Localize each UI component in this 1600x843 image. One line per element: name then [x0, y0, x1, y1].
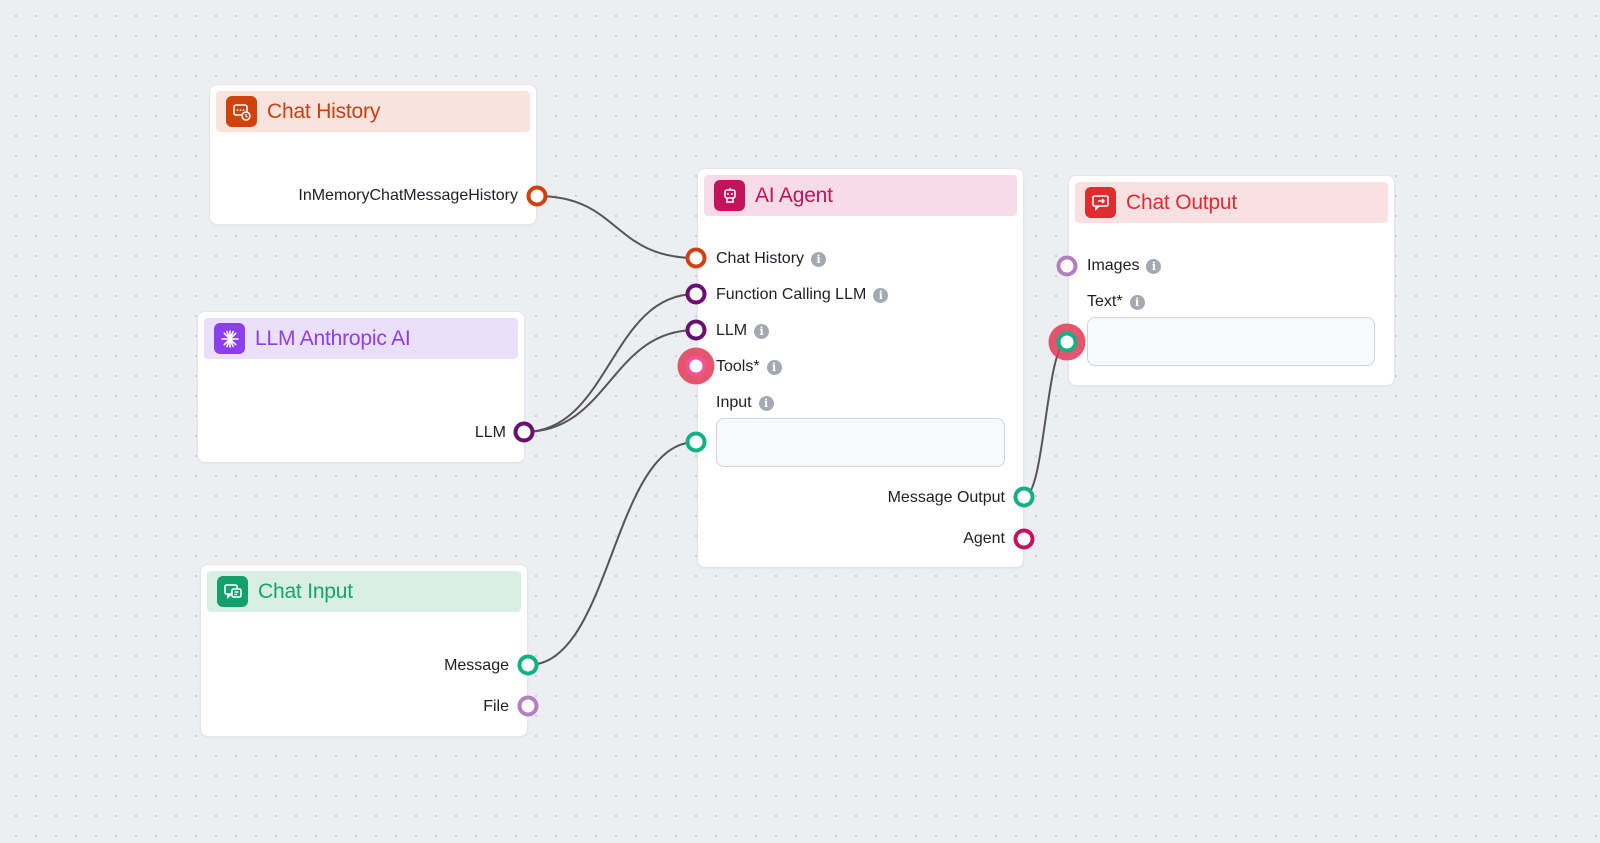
- llm-anthropic-node[interactable]: LLM Anthropic AI LLM: [197, 311, 525, 463]
- edge-message-to-input[interactable]: [527, 441, 697, 666]
- input-label: LLM: [716, 322, 748, 339]
- handle-agent-message-output[interactable]: [1013, 486, 1035, 508]
- input-label: Tools*: [716, 358, 760, 375]
- input-label: Text*: [1087, 293, 1123, 310]
- handle-agent-input-input[interactable]: [685, 431, 707, 453]
- chat-history-node[interactable]: Chat History InMemoryChatMessageHistory: [209, 84, 537, 225]
- chat-output-header[interactable]: Chat Output: [1075, 182, 1388, 223]
- input-llm: LLM i: [716, 320, 770, 342]
- output-label: LLM: [474, 424, 506, 441]
- input-label: Input: [716, 394, 752, 411]
- input-chat-history: Chat History i: [716, 248, 827, 270]
- output-inmemorychatmessagehistory: InMemoryChatMessageHistory: [298, 185, 518, 207]
- input-function-calling-llm: Function Calling LLM i: [716, 284, 889, 306]
- output-label: File: [483, 698, 509, 715]
- chat-input-icon: [217, 576, 248, 607]
- output-message-output: Message Output: [888, 487, 1005, 509]
- anthropic-burst-icon: [214, 323, 245, 354]
- ai-agent-node[interactable]: AI Agent Chat History i Function Calling …: [697, 168, 1024, 568]
- output-label: InMemoryChatMessageHistory: [298, 187, 518, 204]
- input-text: Text* i: [1087, 291, 1145, 313]
- chat-output-node[interactable]: Chat Output Images i Text* i: [1068, 175, 1395, 386]
- chat-history-title: Chat History: [267, 99, 381, 123]
- handle-llm-output[interactable]: [513, 421, 535, 443]
- chat-output-icon: [1085, 187, 1116, 218]
- output-llm: LLM: [475, 422, 506, 444]
- info-icon[interactable]: i: [766, 359, 782, 375]
- handle-agent-function-calling-llm-input[interactable]: [685, 283, 707, 305]
- handle-agent-llm-input[interactable]: [685, 319, 707, 341]
- chat-input-node[interactable]: Chat Input Message File: [200, 564, 528, 737]
- output-label: Message Output: [887, 489, 1005, 506]
- output-message: Message: [444, 655, 509, 677]
- info-icon[interactable]: i: [1146, 258, 1162, 274]
- message-history-icon: [226, 96, 257, 127]
- handle-agent-output[interactable]: [1013, 528, 1035, 550]
- llm-anthropic-title: LLM Anthropic AI: [255, 326, 411, 350]
- input-label: Chat History: [716, 250, 805, 267]
- info-icon[interactable]: i: [811, 251, 827, 267]
- handle-file-output[interactable]: [517, 695, 539, 717]
- output-agent: Agent: [963, 528, 1005, 550]
- input-images: Images i: [1087, 255, 1162, 277]
- handle-chat-output-images-input[interactable]: [1056, 255, 1078, 277]
- info-icon[interactable]: i: [754, 323, 770, 339]
- edge-chat-history-to-agent[interactable]: [536, 195, 697, 259]
- output-label: Message: [444, 657, 509, 674]
- llm-anthropic-header[interactable]: LLM Anthropic AI: [204, 318, 518, 359]
- chat-input-header[interactable]: Chat Input: [207, 571, 521, 612]
- info-icon[interactable]: i: [873, 287, 889, 303]
- edge-message-output-to-text[interactable]: [1023, 341, 1068, 498]
- chat-output-title: Chat Output: [1126, 190, 1238, 214]
- agent-input-field[interactable]: [716, 418, 1005, 467]
- info-icon[interactable]: i: [758, 395, 774, 411]
- edge-llm-to-function-calling-llm[interactable]: [523, 293, 697, 433]
- edge-llm-to-agent-llm[interactable]: [523, 329, 697, 433]
- info-icon[interactable]: i: [1129, 294, 1145, 310]
- ai-agent-title: AI Agent: [755, 183, 833, 207]
- input-label: Images: [1087, 257, 1140, 274]
- handle-agent-tools-input[interactable]: [685, 355, 707, 377]
- chat-history-header[interactable]: Chat History: [216, 91, 530, 132]
- handle-agent-chat-history-input[interactable]: [685, 247, 707, 269]
- text-input-field[interactable]: [1087, 317, 1375, 366]
- output-file: File: [483, 696, 509, 718]
- robot-icon: [714, 180, 745, 211]
- handle-message-output[interactable]: [517, 654, 539, 676]
- input-label: Function Calling LLM: [716, 286, 867, 303]
- handle-chat-history-output[interactable]: [526, 185, 548, 207]
- chat-input-title: Chat Input: [258, 579, 353, 603]
- ai-agent-header[interactable]: AI Agent: [704, 175, 1017, 216]
- handle-chat-output-text-input[interactable]: [1056, 331, 1078, 353]
- input-input: Input i: [716, 392, 774, 414]
- output-label: Agent: [963, 530, 1005, 547]
- input-tools: Tools* i: [716, 356, 782, 378]
